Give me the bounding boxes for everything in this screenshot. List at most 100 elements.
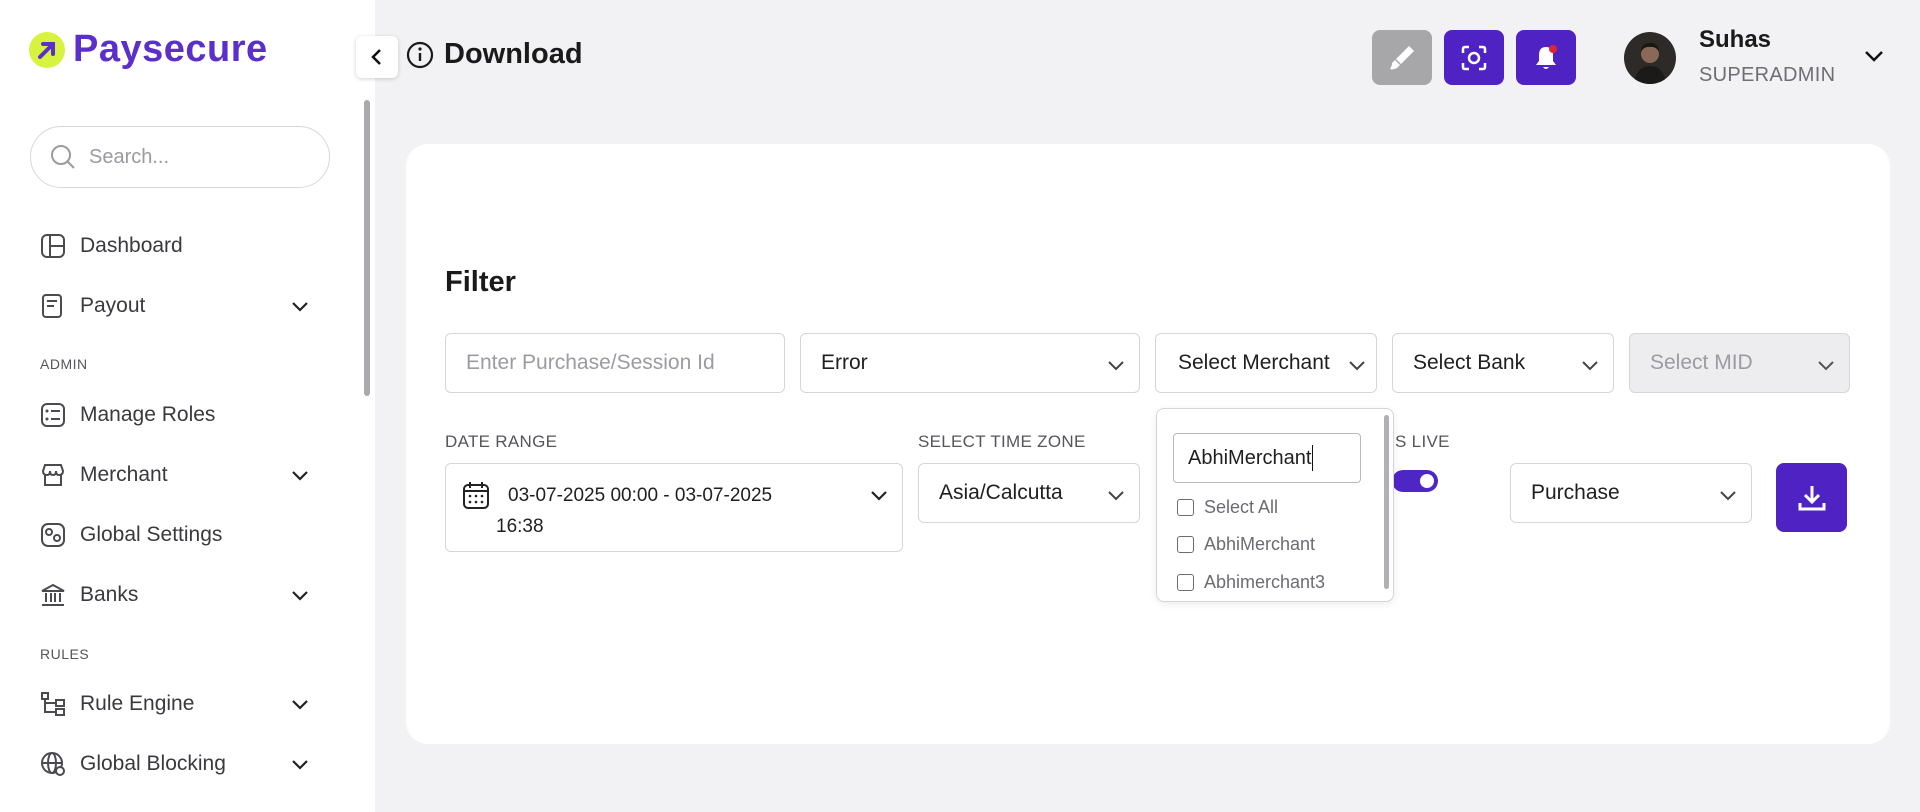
merchant-option-select-all[interactable]: Select All <box>1177 497 1278 518</box>
avatar[interactable] <box>1624 32 1676 84</box>
sidebar-item-payout[interactable]: Payout <box>40 286 310 326</box>
camera-focus-icon <box>1461 45 1487 70</box>
bell-icon <box>1536 44 1557 69</box>
sidebar-collapse-button[interactable] <box>356 36 398 78</box>
dashboard-icon <box>41 234 65 258</box>
merchant-dropdown: AbhiMerchant Select All AbhiMerchant Abh… <box>1156 408 1394 602</box>
transaction-type-select[interactable]: Purchase <box>1510 463 1752 523</box>
time-zone-label: SELECT TIME ZONE <box>918 432 1086 451</box>
sidebar-item-label: Merchant <box>80 463 168 486</box>
merchant-select[interactable]: Select Merchant <box>1155 333 1377 393</box>
chevron-down-icon[interactable] <box>290 694 310 714</box>
status-value: Error <box>821 351 868 374</box>
screenshot-button[interactable] <box>1444 30 1504 85</box>
logo-arrow-icon <box>29 31 65 68</box>
page-title: Download <box>406 38 583 71</box>
download-button[interactable] <box>1776 463 1847 532</box>
page-title-text: Download <box>444 38 583 70</box>
brush-icon <box>1390 45 1414 69</box>
merchant-option[interactable]: Abhimerchant3 <box>1177 572 1325 593</box>
sidebar-search-input[interactable] <box>89 145 289 169</box>
user-name: Suhas <box>1699 26 1772 53</box>
chevron-down-icon <box>1818 361 1834 371</box>
brand-name: Paysecure <box>73 28 268 70</box>
text-caret <box>1312 445 1314 471</box>
time-zone-value: Asia/Calcutta <box>939 481 1063 504</box>
checkbox[interactable] <box>1177 499 1194 516</box>
filter-card <box>406 144 1890 744</box>
bank-icon <box>41 583 65 606</box>
purchase-id-input[interactable]: Enter Purchase/Session Id <box>445 333 785 393</box>
sidebar-item-banks[interactable]: Banks <box>40 575 310 615</box>
sidebar-item-label: Banks <box>80 583 139 606</box>
section-rules: RULES <box>40 646 90 662</box>
sidebar-item-rule-engine[interactable]: Rule Engine <box>40 684 310 724</box>
sidebar-item-label: Payout <box>80 294 146 317</box>
sidebar-item-global-settings[interactable]: Global Settings <box>40 515 310 555</box>
download-icon <box>1798 485 1825 510</box>
chevron-down-icon <box>1108 491 1124 501</box>
sidebar-item-manage-roles[interactable]: Manage Roles <box>40 395 310 435</box>
chevron-down-icon[interactable] <box>290 465 310 485</box>
roles-icon <box>41 403 65 427</box>
chevron-down-icon <box>1582 361 1598 371</box>
info-icon[interactable] <box>406 41 434 69</box>
chevron-down-icon[interactable] <box>290 754 310 774</box>
section-admin: ADMIN <box>40 356 88 372</box>
merchant-search-value: AbhiMerchant <box>1188 446 1312 469</box>
transaction-type-value: Purchase <box>1531 481 1620 504</box>
sidebar-item-merchant[interactable]: Merchant <box>40 455 310 495</box>
date-range-line1: 03-07-2025 00:00 - 03-07-2025 <box>508 485 773 506</box>
search-icon <box>51 145 75 169</box>
merchant-search-input[interactable]: AbhiMerchant <box>1173 433 1361 483</box>
is-live-label: IS LIVE <box>1390 432 1450 451</box>
date-range-label: DATE RANGE <box>445 432 558 451</box>
payout-icon <box>42 294 62 318</box>
date-range-value: 03-07-2025 00:00 - 03-07-2025 16:38 <box>496 480 773 542</box>
rule-engine-icon <box>41 692 65 716</box>
sidebar-item-label: Dashboard <box>80 234 183 257</box>
global-blocking-icon <box>41 752 65 776</box>
date-range-picker[interactable]: 03-07-2025 00:00 - 03-07-2025 16:38 <box>445 463 903 552</box>
sidebar-item-dashboard[interactable]: Dashboard <box>40 226 310 266</box>
chevron-left-icon <box>371 49 381 65</box>
toggle-knob <box>1420 474 1434 488</box>
sidebar-item-label: Global Blocking <box>80 752 226 775</box>
chevron-down-icon[interactable] <box>290 296 310 316</box>
date-range-line2: 16:38 <box>496 516 544 537</box>
filter-title: Filter <box>445 266 516 298</box>
sidebar: Paysecure Dashboard Payout ADMIN Manage … <box>0 0 375 812</box>
sidebar-item-label: Global Settings <box>80 523 223 546</box>
brand-logo[interactable]: Paysecure <box>29 28 268 71</box>
chevron-down-icon <box>1720 491 1736 501</box>
checkbox[interactable] <box>1177 536 1194 553</box>
merchant-icon <box>41 464 65 486</box>
clear-cache-button[interactable] <box>1372 30 1432 85</box>
chevron-down-icon <box>871 491 887 501</box>
sidebar-search[interactable] <box>30 126 330 188</box>
option-label: Select All <box>1204 497 1279 517</box>
chevron-down-icon <box>1349 361 1365 371</box>
status-select[interactable]: Error <box>800 333 1140 393</box>
checkbox[interactable] <box>1177 574 1194 591</box>
time-zone-select[interactable]: Asia/Calcutta <box>918 463 1140 523</box>
sidebar-item-global-blocking[interactable]: Global Blocking <box>40 744 310 784</box>
option-label: Abhimerchant3 <box>1204 572 1326 592</box>
sidebar-scrollbar[interactable] <box>364 100 370 396</box>
sidebar-item-label: Manage Roles <box>80 403 216 426</box>
chevron-down-icon[interactable] <box>1862 44 1886 68</box>
bank-select-label: Select Bank <box>1413 351 1526 374</box>
merchant-select-label: Select Merchant <box>1178 351 1330 374</box>
user-role: SUPERADMIN <box>1699 64 1836 86</box>
dropdown-scrollbar[interactable] <box>1384 415 1389 589</box>
settings-icon <box>41 523 65 547</box>
bank-select[interactable]: Select Bank <box>1392 333 1614 393</box>
notifications-button[interactable] <box>1516 30 1576 85</box>
merchant-option[interactable]: AbhiMerchant <box>1177 534 1315 555</box>
chevron-down-icon <box>1108 361 1124 371</box>
sidebar-item-label: Rule Engine <box>80 692 195 715</box>
calendar-icon <box>463 482 489 509</box>
is-live-toggle[interactable] <box>1392 470 1438 492</box>
chevron-down-icon[interactable] <box>290 585 310 605</box>
mid-select: Select MID <box>1629 333 1850 393</box>
